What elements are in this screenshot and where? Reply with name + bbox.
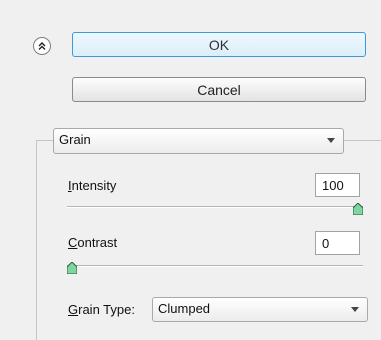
grain-type-label-accesskey: G	[68, 302, 79, 317]
contrast-slider-track[interactable]	[67, 265, 363, 267]
intensity-label-text: ntensity	[71, 178, 117, 193]
double-chevron-up-icon	[38, 42, 46, 50]
contrast-input[interactable]: 0	[315, 231, 360, 255]
grain-type-label-text: rain Type:	[78, 302, 135, 317]
chevron-down-icon	[327, 138, 335, 143]
cancel-button[interactable]: Cancel	[72, 77, 366, 102]
ok-button[interactable]: OK	[72, 32, 366, 57]
chevron-down-icon	[351, 307, 359, 312]
contrast-label-text: ontrast	[77, 235, 118, 250]
filter-select-value: Grain	[59, 132, 91, 147]
collapse-toggle-button[interactable]	[33, 37, 51, 55]
grain-type-select-value: Clumped	[158, 301, 211, 316]
filter-select[interactable]: Grain	[53, 128, 344, 154]
intensity-input[interactable]: 100	[315, 173, 360, 197]
contrast-label-accesskey: C	[68, 235, 78, 250]
contrast-slider-thumb[interactable]	[67, 262, 77, 274]
grain-type-select[interactable]: Clumped	[152, 297, 368, 322]
intensity-label: Intensity	[68, 178, 116, 193]
intensity-slider-track[interactable]	[67, 206, 363, 208]
intensity-slider-thumb[interactable]	[353, 203, 363, 215]
grain-type-label: Grain Type:	[68, 302, 135, 317]
contrast-label: Contrast	[68, 235, 117, 250]
